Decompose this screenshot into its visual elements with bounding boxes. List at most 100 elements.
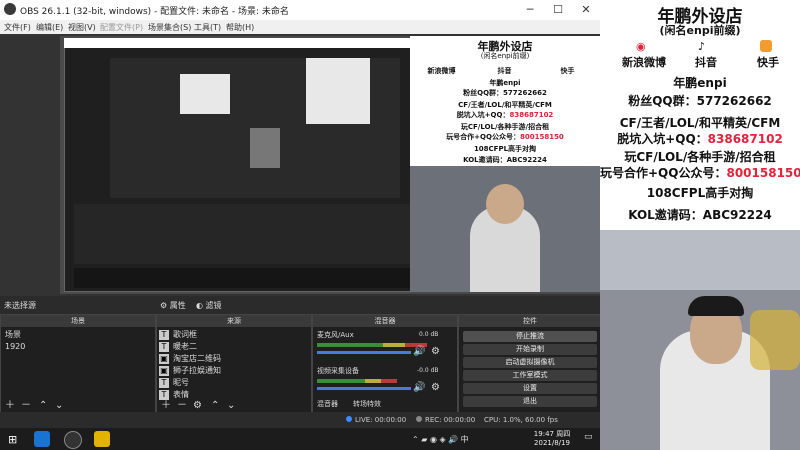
social-kuaishou: 快手 xyxy=(757,56,779,69)
scene-down-button[interactable]: ⌄ xyxy=(55,400,63,411)
exit-button[interactable]: 退出 xyxy=(463,396,597,407)
nested-taskbar xyxy=(74,268,410,288)
douyin-icon: ♪ xyxy=(698,40,706,53)
menu-view[interactable]: 视图(V) xyxy=(68,22,96,33)
social-weibo: 新浪微博 xyxy=(622,56,666,69)
scene-up-button[interactable]: ⌃ xyxy=(39,400,47,411)
promo-line6: KOL邀请码：ABC92224 xyxy=(628,208,772,222)
obs-window: OBS 26.1.1 (32-bit, windows) - 配置文件: 未命名… xyxy=(0,0,602,428)
controls-header: 控件 xyxy=(459,315,601,327)
menu-tools[interactable]: 工具(T) xyxy=(194,22,221,33)
stop-streaming-button[interactable]: 停止推流 xyxy=(463,331,597,342)
source-item[interactable]: T 歌词框 xyxy=(159,329,197,341)
start-virtual-camera-button[interactable]: 启动虚拟摄像机 xyxy=(463,357,597,368)
mixer-channel1-label: 麦克风/Aux xyxy=(317,331,354,339)
maximize-button[interactable]: ☐ xyxy=(546,2,570,18)
menu-edit[interactable]: 编辑(E) xyxy=(36,22,63,33)
app-taskbar-icon[interactable] xyxy=(94,431,110,447)
promo-line5: 108CFPL高手对掏 xyxy=(646,186,754,200)
nested-person-thumb xyxy=(250,128,280,168)
mixer-channel2-db: -0.0 dB xyxy=(417,367,439,374)
menu-file[interactable]: 文件(F) xyxy=(4,22,31,33)
taskbar-clock[interactable]: 19:47 周四 2021/8/19 xyxy=(528,429,576,447)
tab-transitions[interactable]: 转场特效 xyxy=(353,399,381,409)
promo-line4: 玩号合作+QQ公众号：800158150 xyxy=(600,166,800,180)
preview-promo-name: 年鹏enpi xyxy=(489,79,521,87)
source-down-button[interactable]: ⌄ xyxy=(227,400,235,411)
preview-social-kuaishou: 快手 xyxy=(560,67,575,75)
browser-icon[interactable] xyxy=(34,431,50,447)
streamer-head xyxy=(486,184,524,224)
windows-start-icon[interactable]: ⊞ xyxy=(8,433,17,446)
menu-scene-collection[interactable]: 场景集合(S) xyxy=(148,22,191,33)
speaker-icon[interactable]: 🔊 xyxy=(413,346,425,357)
preview-line4: 玩号合作+QQ公众号：800158150 xyxy=(446,133,564,141)
webcam-feed xyxy=(600,230,800,450)
source-remove-button[interactable]: － xyxy=(177,396,187,411)
properties-button[interactable]: ⚙ 属性 xyxy=(160,300,186,311)
source-toolbar: 未选择源 ⚙ 属性 ◐ 滤镜 xyxy=(0,296,600,314)
nested-docks xyxy=(74,204,410,264)
title-bar: OBS 26.1.1 (32-bit, windows) - 配置文件: 未命名… xyxy=(0,0,600,20)
image-source-icon: ▣ xyxy=(159,353,169,364)
kuaishou-icon xyxy=(760,40,772,52)
docks-area: 场景 场景 1920 ＋ － ⌃ ⌄ 来源 T 歌词框 T 暖老二 ▣ 淘宝店二维码 … xyxy=(0,314,602,414)
start-recording-button[interactable]: 开始录制 xyxy=(463,344,597,355)
mixer-channel1-slider[interactable] xyxy=(317,351,411,354)
preview-fans-qq: 粉丝QQ群：577262662 xyxy=(463,89,547,97)
notification-icon[interactable]: ▭ xyxy=(584,432,593,442)
social-douyin: 抖音 xyxy=(695,56,717,69)
obs-taskbar-icon[interactable] xyxy=(64,431,82,449)
source-item[interactable]: T 昵号 xyxy=(159,377,189,389)
webcam-plush-toys xyxy=(750,310,800,370)
close-button[interactable]: ✕ xyxy=(574,2,598,18)
preview-social-weibo: 新浪微博 xyxy=(427,67,456,75)
text-source-icon: T xyxy=(159,329,169,340)
preview-line3: 玩CF/LOL/各种手游/招合租 xyxy=(460,123,550,131)
promo-name: 年鹏enpi xyxy=(673,76,727,90)
filters-button[interactable]: ◐ 滤镜 xyxy=(196,300,222,311)
gear-icon[interactable]: ⚙ xyxy=(431,346,440,357)
weibo-icon: ◉ xyxy=(636,40,646,53)
scene-add-button[interactable]: ＋ xyxy=(5,396,15,411)
scene-item[interactable]: 1920 xyxy=(5,341,25,353)
minimize-button[interactable]: ─ xyxy=(518,2,542,18)
scenes-dock: 场景 场景 1920 ＋ － ⌃ ⌄ xyxy=(0,314,156,414)
source-item[interactable]: T 暖老二 xyxy=(159,341,197,353)
webcam-hair xyxy=(688,296,744,316)
tab-mixer[interactable]: 混音器 xyxy=(317,399,338,409)
live-indicator-icon xyxy=(346,416,352,422)
mixer-channel2-meter xyxy=(317,379,397,383)
cpu-status: CPU: 1.0%, 60.00 fps xyxy=(484,416,558,424)
settings-button[interactable]: 设置 xyxy=(463,383,597,394)
nested-promo-thumb xyxy=(306,58,370,124)
live-status: LIVE: 00:00:00 xyxy=(346,416,406,424)
system-tray-icons[interactable]: ⌃ ▰ ◉ ◈ 🔊 中 xyxy=(412,434,469,445)
source-item[interactable]: ▣ 淘宝店二维码 xyxy=(159,353,221,365)
gear-icon[interactable]: ⚙ xyxy=(431,382,440,393)
promo-fans-qq: 粉丝QQ群：577262662 xyxy=(628,94,772,108)
mixer-channel1-db: 0.0 dB xyxy=(419,331,439,338)
source-item[interactable]: ▣ 狮子拉娱通知 xyxy=(159,365,221,377)
scene-item[interactable]: 场景 xyxy=(5,329,21,341)
text-source-icon: T xyxy=(159,341,169,352)
preview-line2: 脱坑入坑+QQ：838687102 xyxy=(456,111,554,119)
source-settings-icon[interactable]: ⚙ xyxy=(193,400,202,411)
studio-mode-button[interactable]: 工作室模式 xyxy=(463,370,597,381)
menu-help[interactable]: 帮助(H) xyxy=(226,22,254,33)
stream-promo-panel: 年鹏外设店 (闲名enpi前缀) ◉ ♪ 新浪微博 抖音 快手 年鹏enpi 粉… xyxy=(600,0,800,230)
source-up-button[interactable]: ⌃ xyxy=(211,400,219,411)
promo-line2: 脱坑入坑+QQ：838687102 xyxy=(617,132,783,146)
preview-promo-subtitle: (闲名enpi前缀) xyxy=(480,52,530,60)
webcam-background xyxy=(600,230,800,290)
text-source-icon: T xyxy=(159,377,169,388)
scene-remove-button[interactable]: － xyxy=(21,396,31,411)
menu-profile[interactable]: 配置文件(P) xyxy=(100,22,143,33)
mixer-channel2-slider[interactable] xyxy=(317,387,411,390)
taskbar-time: 19:47 周四 xyxy=(533,430,571,438)
controls-dock: 控件 停止推流 开始录制 启动虚拟摄像机 工作室模式 设置 退出 xyxy=(458,314,602,414)
promo-line3: 玩CF/LOL/各种手游/招合租 xyxy=(624,150,776,164)
source-add-button[interactable]: ＋ xyxy=(161,396,171,411)
window-title: OBS 26.1.1 (32-bit, windows) - 配置文件: 未命名… xyxy=(20,7,289,17)
speaker-icon[interactable]: 🔊 xyxy=(413,382,425,393)
